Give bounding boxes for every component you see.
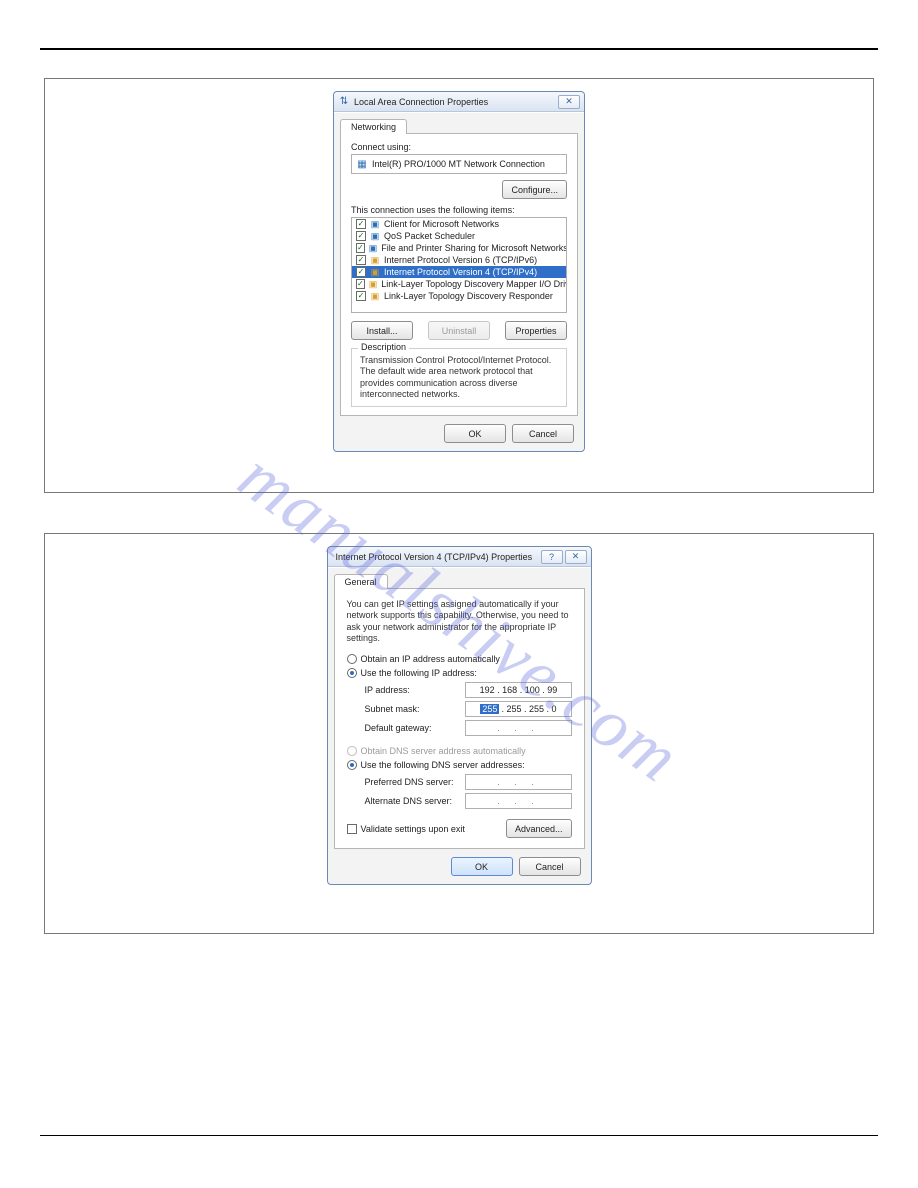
alt-dns-label: Alternate DNS server: <box>365 796 466 806</box>
ip-address-input[interactable]: 192 . 168 . 100 . 99 <box>465 682 571 698</box>
checkbox-icon[interactable]: ✓ <box>356 219 366 229</box>
lan-properties-dialog: ⇅ Local Area Connection Properties ✕ Net… <box>333 91 585 452</box>
description-group: Description Transmission Control Protoco… <box>351 348 567 407</box>
component-icon: ▣ <box>370 291 380 301</box>
list-item[interactable]: ✓ ▣ QoS Packet Scheduler <box>352 230 566 242</box>
list-item[interactable]: ✓ ▣ Internet Protocol Version 6 (TCP/IPv6) <box>352 254 566 266</box>
radio-use-dns-label: Use the following DNS server addresses: <box>361 760 525 770</box>
checkbox-icon[interactable]: ✓ <box>356 243 365 253</box>
ip-blurb: You can get IP settings assigned automat… <box>347 599 572 644</box>
radio-obtain-dns: Obtain DNS server address automatically <box>347 746 572 756</box>
subnet-selected-octet: 255 <box>480 704 499 714</box>
tab-networking[interactable]: Networking <box>340 119 407 134</box>
validate-label: Validate settings upon exit <box>361 824 465 834</box>
gateway-label: Default gateway: <box>365 723 466 733</box>
pref-dns-label: Preferred DNS server: <box>365 777 466 787</box>
component-icon: ▣ <box>370 255 380 265</box>
advanced-button[interactable]: Advanced... <box>506 819 572 838</box>
titlebar: ⇅ Local Area Connection Properties ✕ <box>334 92 584 112</box>
checkbox-icon[interactable]: ✓ <box>356 291 366 301</box>
cancel-button[interactable]: Cancel <box>519 857 581 876</box>
figure-ipv4-properties: Internet Protocol Version 4 (TCP/IPv4) P… <box>44 533 874 934</box>
gateway-value: . . . <box>497 723 540 733</box>
uninstall-button: Uninstall <box>428 321 490 340</box>
cancel-button[interactable]: Cancel <box>512 424 574 443</box>
radio-obtain-ip[interactable]: Obtain an IP address automatically <box>347 654 572 664</box>
radio-obtain-ip-label: Obtain an IP address automatically <box>361 654 500 664</box>
radio-use-dns[interactable]: Use the following DNS server addresses: <box>347 760 572 770</box>
subnet-rest: . 255 . 255 . 0 <box>501 704 556 714</box>
list-item-label: Link-Layer Topology Discovery Mapper I/O… <box>381 279 567 289</box>
figure-lan-properties: ⇅ Local Area Connection Properties ✕ Net… <box>44 78 874 493</box>
network-icon: ⇅ <box>338 96 350 108</box>
list-item-label: Client for Microsoft Networks <box>384 219 499 229</box>
tab-general[interactable]: General <box>334 574 388 589</box>
titlebar: Internet Protocol Version 4 (TCP/IPv4) P… <box>328 547 591 567</box>
subnet-mask-input[interactable]: 255 . 255 . 255 . 0 <box>465 701 571 717</box>
install-button[interactable]: Install... <box>351 321 413 340</box>
list-item-label: QoS Packet Scheduler <box>384 231 475 241</box>
close-icon[interactable]: ✕ <box>565 550 587 564</box>
checkbox-icon[interactable]: ✓ <box>356 267 366 277</box>
page-bottom-rule <box>40 1135 878 1136</box>
gateway-input[interactable]: . . . <box>465 720 571 736</box>
connection-items-list[interactable]: ✓▣Client for Microsoft Networks✓▣QoS Pac… <box>351 217 567 313</box>
validate-checkbox[interactable]: Validate settings upon exit <box>347 824 465 834</box>
radio-use-ip-label: Use the following IP address: <box>361 668 477 678</box>
component-icon: ▣ <box>370 231 380 241</box>
help-icon[interactable]: ? <box>541 550 563 564</box>
checkbox-icon[interactable]: ✓ <box>356 279 365 289</box>
ip-address-value: 192 . 168 . 100 . 99 <box>480 685 558 695</box>
list-item-label: Link-Layer Topology Discovery Responder <box>384 291 553 301</box>
adapter-name: Intel(R) PRO/1000 MT Network Connection <box>372 159 545 169</box>
component-icon: ▣ <box>369 243 378 253</box>
radio-obtain-dns-label: Obtain DNS server address automatically <box>361 746 526 756</box>
connect-using-label: Connect using: <box>351 142 567 152</box>
list-item[interactable]: ✓ ▣ Internet Protocol Version 4 (TCP/IPv4) <box>352 266 566 278</box>
checkbox-icon[interactable]: ✓ <box>356 231 366 241</box>
description-text: Transmission Control Protocol/Internet P… <box>360 355 558 400</box>
list-item[interactable]: ✓ ▣ Client for Microsoft Networks <box>352 218 566 230</box>
close-icon[interactable]: ✕ <box>558 95 580 109</box>
component-icon: ▣ <box>370 219 380 229</box>
component-icon: ▣ <box>369 279 378 289</box>
ip-address-label: IP address: <box>365 685 466 695</box>
ok-button[interactable]: OK <box>451 857 513 876</box>
window-title: Internet Protocol Version 4 (TCP/IPv4) P… <box>332 552 539 562</box>
checkbox-icon <box>347 824 357 834</box>
adapter-field: ▦ Intel(R) PRO/1000 MT Network Connectio… <box>351 154 567 174</box>
description-title: Description <box>358 342 409 352</box>
list-item[interactable]: ✓ ▣ Link-Layer Topology Discovery Responde… <box>352 290 566 302</box>
items-label: This connection uses the following items… <box>351 205 567 215</box>
nic-icon: ▦ <box>356 158 368 170</box>
list-item-label: Internet Protocol Version 6 (TCP/IPv6) <box>384 255 537 265</box>
list-item-label: File and Printer Sharing for Microsoft N… <box>381 243 567 253</box>
pref-dns-value: . . . <box>497 777 540 787</box>
pref-dns-input[interactable]: . . . <box>465 774 571 790</box>
alt-dns-input[interactable]: . . . <box>465 793 571 809</box>
alt-dns-value: . . . <box>497 796 540 806</box>
list-item[interactable]: ✓ ▣File and Printer Sharing for Microsoft… <box>352 242 566 254</box>
properties-button[interactable]: Properties <box>505 321 567 340</box>
radio-use-ip[interactable]: Use the following IP address: <box>347 668 572 678</box>
window-title: Local Area Connection Properties <box>354 97 556 107</box>
page-top-rule <box>40 48 878 50</box>
ipv4-properties-dialog: Internet Protocol Version 4 (TCP/IPv4) P… <box>327 546 592 885</box>
checkbox-icon[interactable]: ✓ <box>356 255 366 265</box>
list-item-label: Internet Protocol Version 4 (TCP/IPv4) <box>384 267 537 277</box>
subnet-mask-label: Subnet mask: <box>365 704 466 714</box>
configure-button[interactable]: Configure... <box>502 180 567 199</box>
list-item[interactable]: ✓ ▣Link-Layer Topology Discovery Mapper I… <box>352 278 566 290</box>
ok-button[interactable]: OK <box>444 424 506 443</box>
component-icon: ▣ <box>370 267 380 277</box>
